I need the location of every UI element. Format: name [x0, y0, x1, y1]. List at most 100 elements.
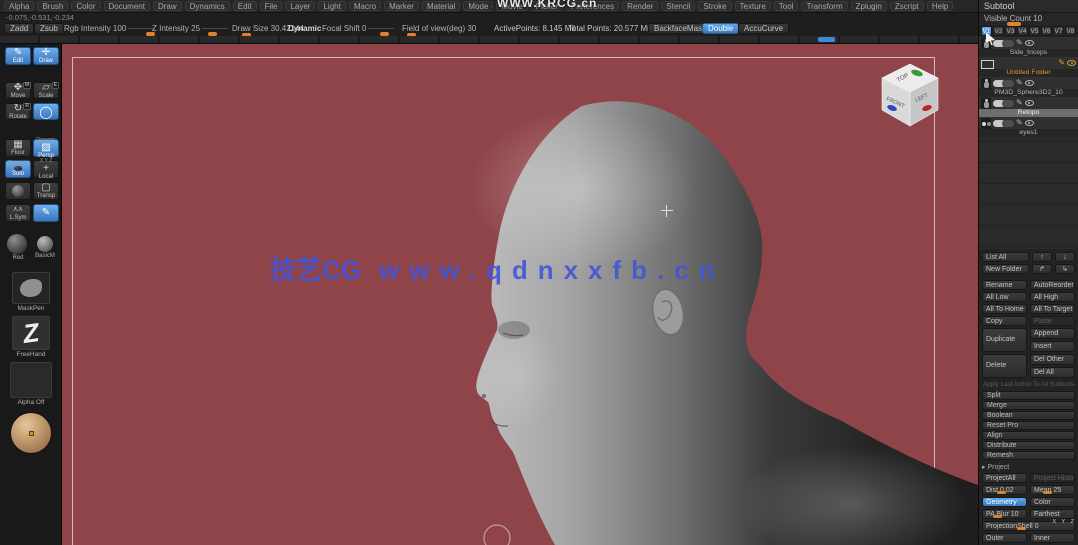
rotate-button[interactable]: R ↻ Rotate [5, 103, 31, 120]
stroke-thumbnail[interactable]: Z [12, 316, 50, 350]
subtool-item[interactable]: ✎ Retopo [979, 97, 1078, 117]
menu-item[interactable]: Brush [37, 1, 69, 11]
eye-icon[interactable] [1024, 120, 1034, 126]
move-down-button[interactable]: ↓ [1055, 252, 1075, 262]
rename-button[interactable]: Rename [982, 280, 1027, 290]
section-button[interactable]: Align [982, 431, 1075, 440]
menu-item[interactable]: Tool [773, 1, 799, 11]
polypaint-pen-icon[interactable]: ✎ [1016, 79, 1023, 87]
move-into-folder-button[interactable]: ↳ [1055, 264, 1075, 274]
project-history-button[interactable]: Project History [1030, 473, 1075, 483]
v-button[interactable]: V4 [1017, 26, 1028, 36]
paste-button[interactable]: Paste [1030, 316, 1075, 326]
menu-item[interactable]: Edit [232, 1, 257, 11]
v-button[interactable]: V8 [1065, 26, 1076, 36]
menu-item[interactable]: Draw [152, 1, 182, 11]
new-folder-button[interactable]: New Folder [982, 264, 1029, 274]
section-button[interactable]: Distribute [982, 441, 1075, 450]
all-high-button[interactable]: All High [1030, 292, 1075, 302]
v-button[interactable]: V3 [1005, 26, 1016, 36]
menu-item[interactable]: Stroke [698, 1, 732, 11]
geometry-button[interactable]: Geometry [982, 497, 1027, 507]
eye-icon[interactable] [1024, 40, 1034, 46]
basic-material-button[interactable]: BasicM [34, 234, 56, 259]
menu-item[interactable]: Macro [348, 1, 382, 11]
eye-icon[interactable] [1024, 80, 1034, 86]
projectall-button[interactable]: ProjectAll [982, 473, 1027, 483]
dist-slider[interactable]: Dist 0.02 [982, 485, 1027, 495]
inner-button[interactable]: Inner [1030, 533, 1075, 543]
zadd-button[interactable]: Zadd [4, 23, 35, 34]
section-button[interactable]: Remesh [982, 451, 1075, 460]
menu-item[interactable]: Mode [463, 1, 494, 11]
subtool-item[interactable]: ✎ eyes1 [979, 117, 1078, 137]
menu-item[interactable]: File [259, 1, 283, 11]
v-button[interactable]: V7 [1053, 26, 1064, 36]
polypaint-pen-icon[interactable]: ✎ [1058, 59, 1065, 67]
brush-thumbnail[interactable] [12, 272, 50, 304]
v-button[interactable]: V6 [1041, 26, 1052, 36]
solo-button[interactable]: Dynamic Solo [5, 160, 31, 178]
tray-divider-strip[interactable] [0, 36, 978, 44]
mean-slider[interactable]: Mean 25 [1030, 485, 1075, 495]
accucurve-button[interactable]: AccuCurve [738, 23, 790, 34]
visible-count-slider[interactable]: Visible Count 10 [979, 13, 1078, 26]
list-all-button[interactable]: List All [982, 252, 1029, 262]
menu-item[interactable]: Render [622, 1, 659, 11]
visibility-pill-icon[interactable] [1002, 79, 1014, 87]
section-button[interactable]: Split [982, 391, 1075, 400]
polypaint-pen-icon[interactable]: ✎ [1016, 39, 1023, 47]
v-button[interactable]: V5 [1029, 26, 1040, 36]
insert-button[interactable]: Insert [1030, 341, 1075, 352]
menu-item[interactable]: Stencil [661, 1, 696, 11]
menu-item[interactable]: Zscript [889, 1, 924, 11]
menu-item[interactable]: Light [318, 1, 346, 11]
menu-item[interactable]: Alpha [4, 1, 35, 11]
pen-tool-button[interactable]: ✎ [33, 204, 59, 222]
menu-item[interactable]: Texture [734, 1, 771, 11]
z-intensity-slider[interactable]: Z Intensity 25 [152, 24, 230, 37]
ghost-sphere-button[interactable] [5, 182, 31, 200]
visibility-pill-icon[interactable] [1002, 119, 1014, 127]
menu-item[interactable]: Document [103, 1, 150, 11]
sculpt-canvas[interactable]: 技艺CG www.qdnxxfb.cn TOP FRONT LEFT [62, 44, 978, 545]
scale-button[interactable]: E ▱ Scale [33, 82, 59, 99]
move-button[interactable]: M ✥ Move [5, 82, 31, 99]
section-button[interactable]: Merge [982, 401, 1075, 410]
persp-button[interactable]: Dynamic ▨ Persp [33, 137, 59, 159]
eye-icon[interactable] [1024, 100, 1034, 106]
move-out-folder-button[interactable]: ↱ [1032, 264, 1052, 274]
delete-button[interactable]: Delete [982, 354, 1027, 378]
eye-icon[interactable] [1067, 60, 1076, 66]
subtool-title[interactable]: Subtool [979, 0, 1078, 13]
divider-handle-icon[interactable] [818, 37, 835, 42]
transp-button[interactable]: ▢ Transp [33, 182, 59, 200]
edit-button[interactable]: ✎ Edit [5, 47, 31, 65]
menu-item[interactable]: Help [926, 1, 954, 11]
copy-button[interactable]: Copy [982, 316, 1027, 326]
pa-blur-slider[interactable]: PA Blur 10 [982, 509, 1027, 519]
floor-button[interactable]: ▦ Floor [5, 139, 31, 157]
append-button[interactable]: Append [1030, 328, 1075, 339]
v-button[interactable]: V2 [993, 26, 1004, 36]
menu-item[interactable]: Color [71, 1, 101, 11]
menu-item[interactable]: Marker [384, 1, 419, 11]
menu-item[interactable]: Material [421, 1, 461, 11]
color-picker-sphere[interactable] [10, 412, 52, 454]
local-button[interactable]: X Y Z + Local [33, 158, 59, 180]
del-other-button[interactable]: Del Other [1030, 354, 1075, 365]
color-button[interactable]: Color [1030, 497, 1075, 507]
all-to-home-button[interactable]: All To Home [982, 304, 1027, 314]
lasso-button[interactable]: ◯ [33, 103, 59, 120]
visibility-pill-icon[interactable] [1002, 99, 1014, 107]
polypaint-pen-icon[interactable]: ✎ [1016, 99, 1023, 107]
navigation-cube[interactable]: TOP FRONT LEFT [872, 60, 948, 136]
polypaint-pen-icon[interactable]: ✎ [1016, 119, 1023, 127]
double-button[interactable]: Double [702, 23, 740, 34]
lsym-button[interactable]: ⋏⋏ L.Sym [5, 204, 31, 222]
rgb-intensity-slider[interactable]: Rgb Intensity 100 [64, 24, 156, 37]
autoreorder-button[interactable]: AutoReorder [1030, 280, 1075, 290]
fov-slider[interactable]: Field of view(deg) 30 [402, 24, 476, 37]
duplicate-button[interactable]: Duplicate [982, 328, 1027, 352]
project-section-label[interactable]: ▸ Project [979, 461, 1078, 472]
